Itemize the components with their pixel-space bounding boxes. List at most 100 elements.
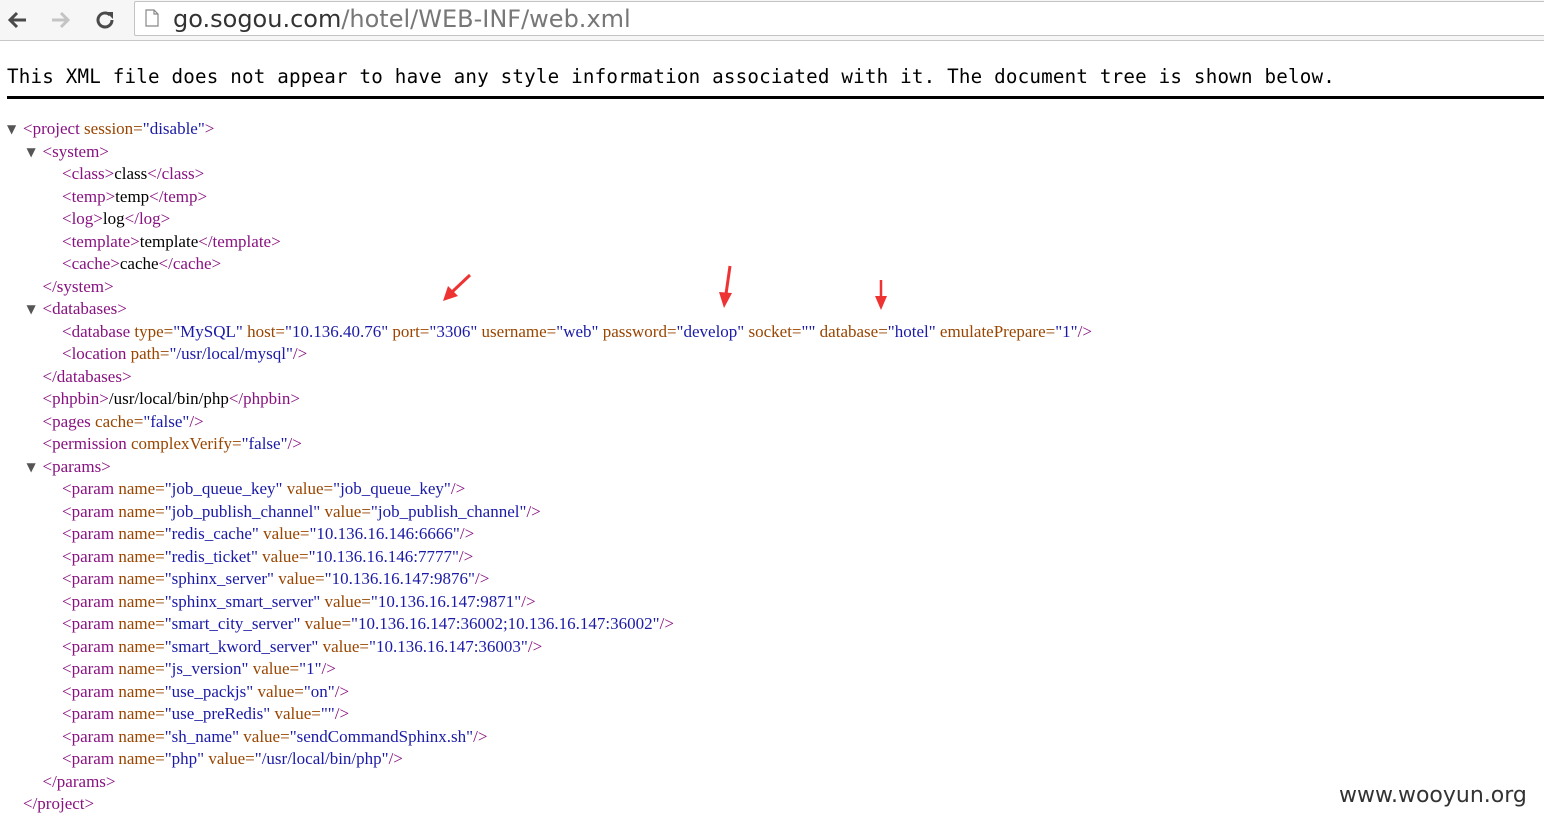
xml-tag: <param [62,501,115,521]
xml-attr-name: value= [318,636,369,656]
url-host: go.sogou.com [173,5,342,33]
xml-text: temp [115,186,150,206]
xml-attr-value: "js_version" [164,659,249,678]
notice-divider [7,96,1544,99]
xml-attr-value: "10.136.16.147:9871" [370,591,522,611]
xml-line: <param name="smart_kword_server" value="… [62,636,542,659]
xml-line: <param name="sh_name" value="sendCommand… [62,726,487,749]
xml-attr-name: port= [388,321,430,341]
xml-line: <database type="MySQL" host="10.136.40.7… [62,321,1092,344]
xml-attr-name: name= [114,704,165,723]
xml-tag: </temp> [149,186,208,206]
reload-icon[interactable] [90,5,120,35]
xml-attr-value: "10.136.16.147:36003" [369,636,528,656]
xml-attr-name: name= [114,479,165,498]
collapse-toggle-icon[interactable]: ▼ [27,298,36,321]
xml-attr-name: name= [114,614,165,633]
xml-attr-value: "10.136.40.76" [285,321,389,341]
xml-tag: <param [62,479,115,498]
xml-attr-name: name= [114,681,165,701]
xml-attr-name: value= [320,501,371,521]
xml-attr-value: "false" [143,411,190,431]
xml-attr-name: name= [114,546,165,566]
xml-tag: </log> [124,209,171,228]
forward-arrow-icon[interactable] [46,5,76,35]
xml-line: <param name="php" value="/usr/local/bin/… [62,748,403,771]
collapse-toggle-icon[interactable]: ▼ [7,118,16,141]
xml-tag: <project [23,119,80,138]
xml-tag: /> [321,659,336,678]
xml-tag: <cache> [62,254,120,273]
xml-attr-value: "1" [299,659,322,678]
url-path: /hotel/WEB-INF/web.xml [341,5,631,33]
xml-tag: <class> [62,164,115,183]
xml-attr-value: "false" [241,434,288,453]
xml-attr-value: "disable" [142,119,205,138]
xml-attr-value: "10.136.16.146:6666" [309,524,460,543]
xml-attr-value: "job_queue_key" [333,479,451,498]
xml-tag: <log> [62,209,103,228]
xml-attr-value: "use_packjs" [164,681,254,701]
xml-attr-value: "/usr/local/bin/php" [254,749,389,768]
xml-line: <param name="smart_city_server" value="1… [62,613,674,636]
xml-attr-value: "" [801,321,816,341]
xml-tag: <params> [42,456,111,476]
xml-tag: <param [62,614,115,633]
xml-line: <params> [43,456,111,479]
xml-tag: <permission [42,434,127,453]
xml-tag: </system> [42,276,114,296]
xml-attr-name: name= [114,726,165,746]
xml-line: <param name="sphinx_server" value="10.13… [62,568,489,591]
xml-tag: </phpbin> [228,389,300,408]
back-arrow-icon[interactable] [2,5,32,35]
xml-line: <system> [43,141,109,164]
xml-attr-value: "sh_name" [164,726,240,746]
xml-tag: /> [450,479,466,498]
xml-attr-value: "job_queue_key" [164,479,283,498]
xml-tag: /> [287,434,302,453]
xml-tag: <param [62,659,115,678]
xml-line: <temp>temp</temp> [62,186,207,209]
xml-attr-name: name= [114,749,165,768]
xml-text: cache [119,254,159,273]
xml-tag: <phpbin> [42,389,109,408]
url-text[interactable]: go.sogou.com/hotel/WEB-INF/web.xml [173,4,631,34]
xml-attr-name: value= [248,659,300,678]
xml-tag: <pages [42,411,91,431]
xml-attr-name: value= [300,614,352,633]
xml-tag: <param [62,749,115,768]
xml-tag: /> [459,524,475,543]
xml-tag: /> [388,749,403,768]
xml-attr-name: cache= [90,411,144,431]
collapse-toggle-icon[interactable]: ▼ [27,141,36,164]
xml-tag: </project> [23,794,95,813]
xml-tag: </params> [42,771,116,791]
xml-tag: <database [62,321,131,341]
collapse-toggle-icon[interactable]: ▼ [27,456,36,479]
xml-tag: <databases> [42,299,127,318]
xml-tag: /> [659,614,674,633]
xml-line: <param name="job_queue_key" value="job_q… [62,478,465,501]
xml-tag: <param [62,681,115,701]
xml-attr-name: complexVerify= [126,434,242,453]
xml-tag: /> [292,344,308,363]
address-bar[interactable]: go.sogou.com/hotel/WEB-INF/web.xml [134,1,1544,36]
xml-tag: /> [189,411,204,431]
annotation-arrow-username [719,265,732,308]
xml-attr-value: "sphinx_server" [164,569,274,588]
xml-style-notice: This XML file does not appear to have an… [7,65,1335,88]
xml-line: <pages cache="false"/> [43,411,204,434]
xml-tag: /> [334,704,350,723]
browser-toolbar: go.sogou.com/hotel/WEB-INF/web.xml [0,0,1544,41]
xml-attr-name: name= [114,591,165,611]
xml-line: <param name="js_version" value="1"/> [62,658,336,681]
xml-line: <class>class</class> [62,163,204,186]
xml-tag: <system> [42,141,109,161]
xml-attr-name: value= [282,479,334,498]
xml-attr-name: value= [253,681,304,701]
xml-attr-name: username= [477,321,557,341]
xml-attr-value: "" [320,704,335,723]
xml-tag: </class> [147,164,205,183]
xml-attr-name: name= [114,524,165,543]
xml-line: <permission complexVerify="false"/> [43,433,302,456]
